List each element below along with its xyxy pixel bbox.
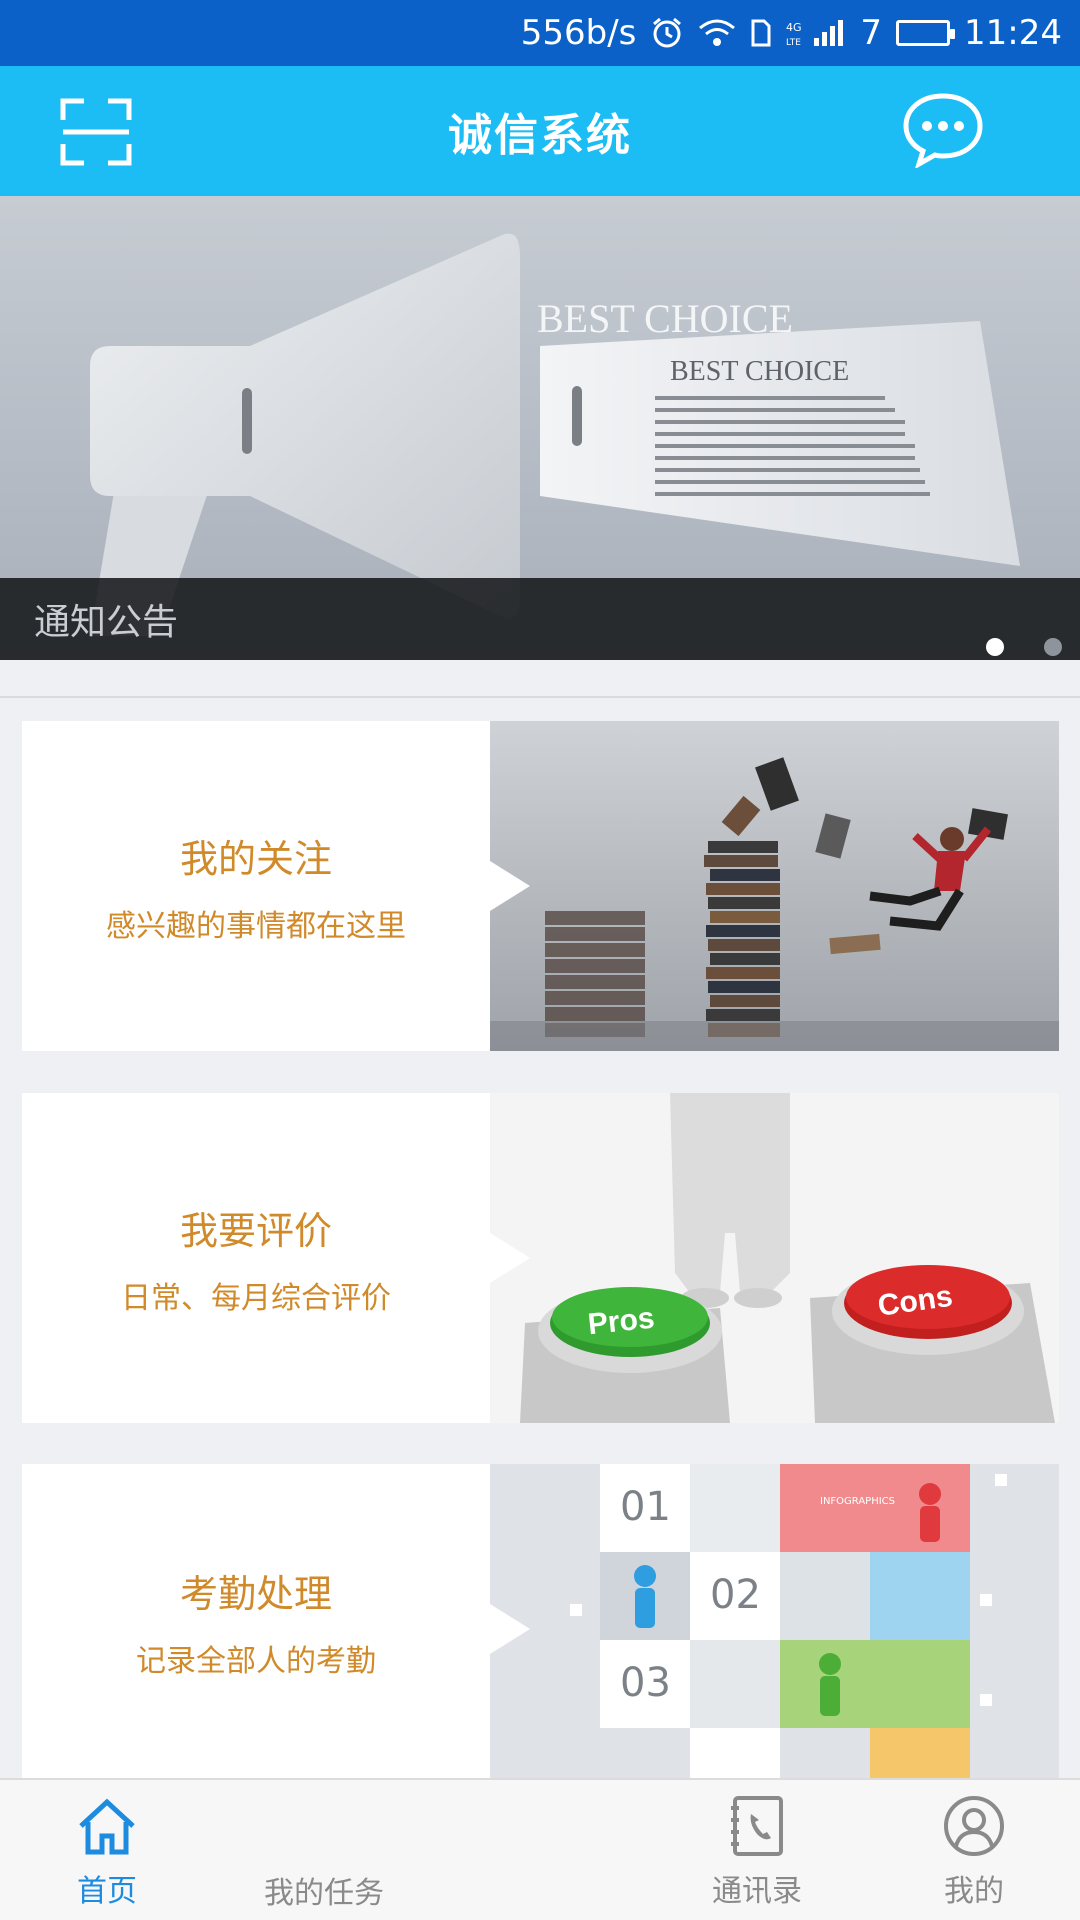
banner-headline-small: BEST CHOICE [670, 356, 849, 387]
svg-text:LTE: LTE [786, 38, 801, 48]
signal-icon: 4G LTE [786, 18, 846, 48]
nav-contacts-label: 通讯录 [712, 1874, 802, 1909]
card-subtitle: 日常、每月综合评价 [121, 1280, 391, 1316]
scan-icon[interactable] [60, 98, 132, 166]
step-03: 03 [620, 1660, 671, 1706]
infographic-image: 01 02 03 INFOGRAPHICS [490, 1464, 1059, 1778]
bottom-nav: 首页 我的任务 通讯录 我的 [0, 1778, 1080, 1920]
chat-bubble-icon[interactable] [902, 92, 984, 170]
nav-home-label: 首页 [77, 1874, 137, 1909]
card-evaluation[interactable]: 我要评价 日常、每月综合评价 Pros Cons [22, 1093, 1059, 1423]
contacts-book-icon [731, 1796, 783, 1856]
wifi-icon [698, 18, 736, 48]
home-icon [79, 1798, 135, 1855]
app-header: 诚信系统 [0, 66, 1080, 196]
carousel-dot-active[interactable] [986, 638, 1004, 656]
pros-cons-image: Pros Cons [490, 1093, 1059, 1423]
nav-my-tasks[interactable]: 我的任务 [264, 1868, 384, 1912]
card-subtitle: 记录全部人的考勤 [136, 1643, 376, 1679]
announcement-banner[interactable]: BEST CHOICE BEST CHOICE 通知公告 [0, 196, 1080, 660]
network-speed: 556b/s [520, 13, 637, 53]
books-image [490, 721, 1059, 1051]
card-my-follow[interactable]: 我的关注 感兴趣的事情都在这里 [22, 721, 1059, 1051]
card-attendance[interactable]: 考勤处理 记录全部人的考勤 01 02 03 INFOGRAPHICS [22, 1464, 1059, 1778]
banner-caption-bar: 通知公告 [0, 578, 1080, 660]
alarm-icon [650, 16, 684, 50]
sim-icon [750, 18, 772, 48]
svg-text:4G: 4G [786, 21, 802, 34]
card-subtitle: 感兴趣的事情都在这里 [106, 908, 406, 944]
nav-profile[interactable]: 我的 [942, 1794, 1006, 1910]
card-title: 我要评价 [179, 1208, 332, 1253]
battery-icon [896, 20, 956, 46]
status-bar: 556b/s 4G LTE 7 11:24 [0, 0, 1080, 66]
nav-contacts[interactable]: 通讯录 [712, 1794, 802, 1910]
carousel-indicator [986, 638, 1062, 656]
section-divider [0, 660, 1080, 698]
card-title: 我的关注 [179, 836, 332, 881]
nav-home[interactable]: 首页 [75, 1794, 139, 1910]
battery-level: 7 [860, 13, 883, 53]
card-text: 我的关注 感兴趣的事情都在这里 [22, 721, 490, 1051]
step-02: 02 [710, 1572, 761, 1618]
pros-button-label: Pros [586, 1302, 656, 1342]
page-title: 诚信系统 [448, 110, 632, 161]
banner-caption: 通知公告 [34, 602, 179, 643]
clock: 11:24 [964, 13, 1062, 53]
card-title: 考勤处理 [179, 1571, 332, 1616]
card-text: 我要评价 日常、每月综合评价 [22, 1093, 490, 1423]
step-01: 01 [620, 1484, 671, 1530]
profile-icon [944, 1796, 1004, 1856]
card-text: 考勤处理 记录全部人的考勤 [22, 1464, 490, 1778]
infographic-label: INFOGRAPHICS [820, 1496, 895, 1507]
banner-headline-large: BEST CHOICE [537, 296, 793, 341]
carousel-dot[interactable] [1044, 638, 1062, 656]
nav-my-tasks-label: 我的任务 [264, 1876, 384, 1911]
nav-profile-label: 我的 [944, 1874, 1004, 1909]
